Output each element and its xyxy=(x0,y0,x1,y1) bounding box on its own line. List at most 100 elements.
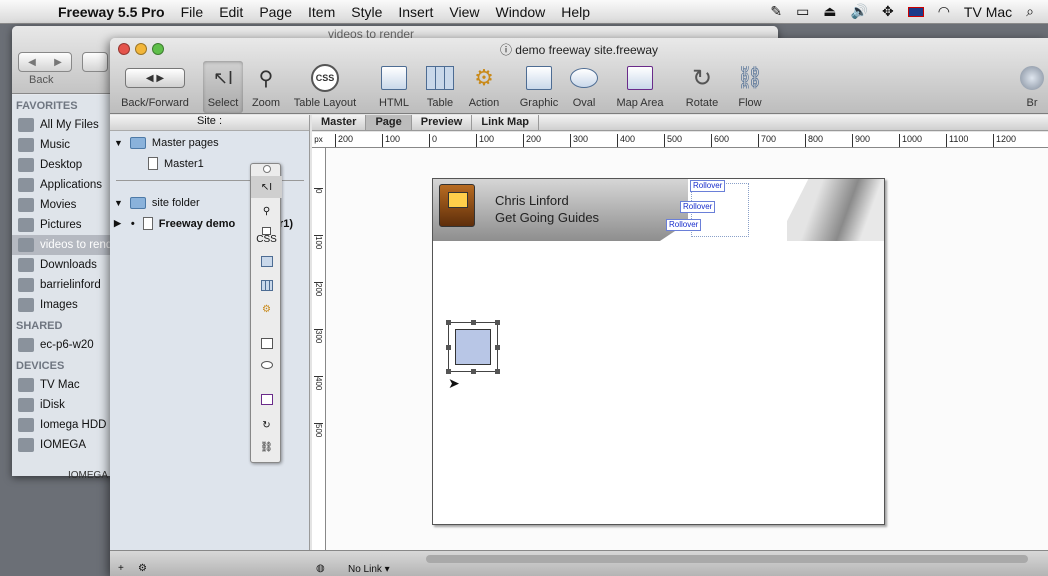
menu-insert[interactable]: Insert xyxy=(390,4,441,20)
toolbar-map-area[interactable]: Map Area xyxy=(612,61,668,109)
resize-handle[interactable] xyxy=(495,345,500,350)
sidebar-item-downloads[interactable]: Downloads xyxy=(12,255,112,275)
header-banner-graphic[interactable]: Chris Linford Get Going Guides xyxy=(433,179,688,241)
page-area[interactable]: Chris Linford Get Going Guides Rollover … xyxy=(432,178,885,525)
tab-link-map[interactable]: Link Map xyxy=(472,115,540,130)
sidebar-item-pictures[interactable]: Pictures xyxy=(12,215,112,235)
menu-page[interactable]: Page xyxy=(251,4,300,20)
resize-handle[interactable] xyxy=(495,369,500,374)
resize-handle[interactable] xyxy=(471,369,476,374)
palette-select-tool[interactable]: ↖I xyxy=(251,176,282,198)
sidebar-item-all-my-files[interactable]: All My Files xyxy=(12,115,112,135)
right-banner-graphic[interactable] xyxy=(787,179,884,241)
folder-icon xyxy=(129,137,146,149)
toolbar-html[interactable]: HTML xyxy=(372,61,416,109)
toolbar-browser[interactable]: Br xyxy=(1016,61,1048,109)
tab-preview[interactable]: Preview xyxy=(412,115,473,130)
bluetooth-icon[interactable]: ✥ xyxy=(882,3,894,20)
vertical-ruler[interactable]: 0 100 200 300 400 500 xyxy=(312,148,326,550)
sidebar-item-iomega-hdd[interactable]: Iomega HDD xyxy=(12,415,112,435)
sidebar-item-videos-to-render[interactable]: videos to render xyxy=(12,235,112,255)
palette-table-tool[interactable] xyxy=(251,274,282,296)
tab-master[interactable]: Master xyxy=(312,115,367,130)
ruler-unit: px xyxy=(312,132,326,148)
resize-handle[interactable] xyxy=(495,320,500,325)
globe-icon[interactable]: ◍ xyxy=(316,563,325,574)
toolbar-select[interactable]: ↖I Select xyxy=(203,61,243,113)
sidebar-item-tv-mac[interactable]: TV Mac xyxy=(12,375,112,395)
palette-html-tool[interactable] xyxy=(251,250,282,272)
menu-style[interactable]: Style xyxy=(343,4,390,20)
toolbar-graphic[interactable]: Graphic xyxy=(514,61,564,109)
disclosure-open-icon[interactable]: ▼ xyxy=(114,198,123,208)
toolbar-table-layout[interactable]: CSS Table Layout xyxy=(290,61,360,109)
palette-action-tool[interactable]: ⚙ xyxy=(251,298,282,320)
disclosure-open-icon[interactable]: ▼ xyxy=(114,138,123,148)
toolbar-table[interactable]: Table xyxy=(420,61,460,109)
horizontal-ruler[interactable]: 200 100 0 100 200 300 400 500 600 700 800 900 1000 11… xyxy=(325,132,1048,148)
disclosure-closed-icon[interactable]: ▶ xyxy=(114,218,121,229)
menu-edit[interactable]: Edit xyxy=(211,4,251,20)
menu-view[interactable]: View xyxy=(441,4,487,20)
tree-site-folder[interactable]: ▼ site folder xyxy=(114,197,200,209)
script-icon[interactable]: ✎ xyxy=(770,3,782,20)
movie-camera-icon xyxy=(455,329,491,365)
sidebar-item-images[interactable]: Images xyxy=(12,295,112,315)
toolbar-oval[interactable]: Oval xyxy=(566,61,602,109)
flag-icon[interactable] xyxy=(907,6,924,17)
palette-graphic-tool[interactable] xyxy=(251,332,282,354)
display-icon[interactable]: ▭ xyxy=(796,3,809,20)
menu-file[interactable]: File xyxy=(173,4,212,20)
palette-oval-tool[interactable] xyxy=(251,354,282,376)
browser-icon xyxy=(1020,66,1044,90)
sidebar-item-idisk[interactable]: iDisk xyxy=(12,395,112,415)
palette-map-area-tool[interactable] xyxy=(251,388,282,410)
horizontal-scrollbar[interactable] xyxy=(426,555,1028,563)
page-canvas[interactable]: Chris Linford Get Going Guides Rollover … xyxy=(326,148,1048,550)
tree-master1[interactable]: Master1 xyxy=(148,157,204,170)
spotlight-icon[interactable]: ⌕ xyxy=(1026,3,1034,20)
app-menu[interactable]: Freeway 5.5 Pro xyxy=(34,4,173,20)
add-icon[interactable]: + xyxy=(118,563,124,574)
resize-handle[interactable] xyxy=(446,320,451,325)
user-name[interactable]: TV Mac xyxy=(964,4,1012,20)
movie-item-selected[interactable] xyxy=(446,320,500,374)
sidebar-item-movies[interactable]: Movies xyxy=(12,195,112,215)
palette-rotate-tool[interactable]: ↻ xyxy=(251,414,282,436)
palette-close-button[interactable] xyxy=(251,164,282,174)
link-popup[interactable]: No Link ▾ xyxy=(348,564,390,575)
toolbar-flow[interactable]: ⛓ Flow xyxy=(730,61,770,109)
toolbar-zoom[interactable]: ⚲ Zoom xyxy=(248,61,284,110)
resize-handle[interactable] xyxy=(446,345,451,350)
palette-flow-tool[interactable]: ⛓ xyxy=(251,436,282,458)
tab-page[interactable]: Page xyxy=(366,115,412,130)
rollover-button-3[interactable]: Rollover xyxy=(666,219,702,231)
palette-zoom-tool[interactable]: ⚲ xyxy=(251,200,282,222)
finder-view-button[interactable] xyxy=(82,52,108,72)
toolbar-action[interactable]: ⚙ Action xyxy=(462,61,506,109)
sidebar-item-home[interactable]: barrielinford xyxy=(12,275,112,295)
volume-icon[interactable]: 🔊 xyxy=(851,3,868,20)
toolbar-rotate[interactable]: ↻ Rotate xyxy=(682,61,722,110)
menu-item[interactable]: Item xyxy=(300,4,343,20)
sidebar-item-music[interactable]: Music xyxy=(12,135,112,155)
logo-icon xyxy=(439,184,475,227)
resize-handle[interactable] xyxy=(471,320,476,325)
toolbar-back-forward[interactable]: ◀ ▶ Back/Forward xyxy=(116,61,194,109)
palette-css-tool[interactable]: CSS xyxy=(251,224,282,246)
eject-icon[interactable]: ⏏ xyxy=(823,3,836,20)
sidebar-item-desktop[interactable]: Desktop xyxy=(12,155,112,175)
menu-window[interactable]: Window xyxy=(487,4,553,20)
scrollbar-thumb[interactable] xyxy=(426,555,1028,563)
sidebar-item-shared-computer[interactable]: ec-p6-w20 xyxy=(12,335,112,355)
rollover-button-2[interactable]: Rollover xyxy=(680,201,716,213)
finder-back-forward-button[interactable]: ◀ ▶ xyxy=(18,52,72,72)
resize-handle[interactable] xyxy=(446,369,451,374)
wifi-icon[interactable]: ◠ xyxy=(938,3,950,20)
gear-icon[interactable]: ⚙ xyxy=(138,563,147,574)
sidebar-item-applications[interactable]: Applications xyxy=(12,175,112,195)
menu-help[interactable]: Help xyxy=(553,4,598,20)
tree-master-pages[interactable]: ▼ Master pages xyxy=(114,137,219,149)
rollover-button-1[interactable]: Rollover xyxy=(690,180,726,192)
sidebar-item-iomega[interactable]: IOMEGA xyxy=(12,435,112,455)
